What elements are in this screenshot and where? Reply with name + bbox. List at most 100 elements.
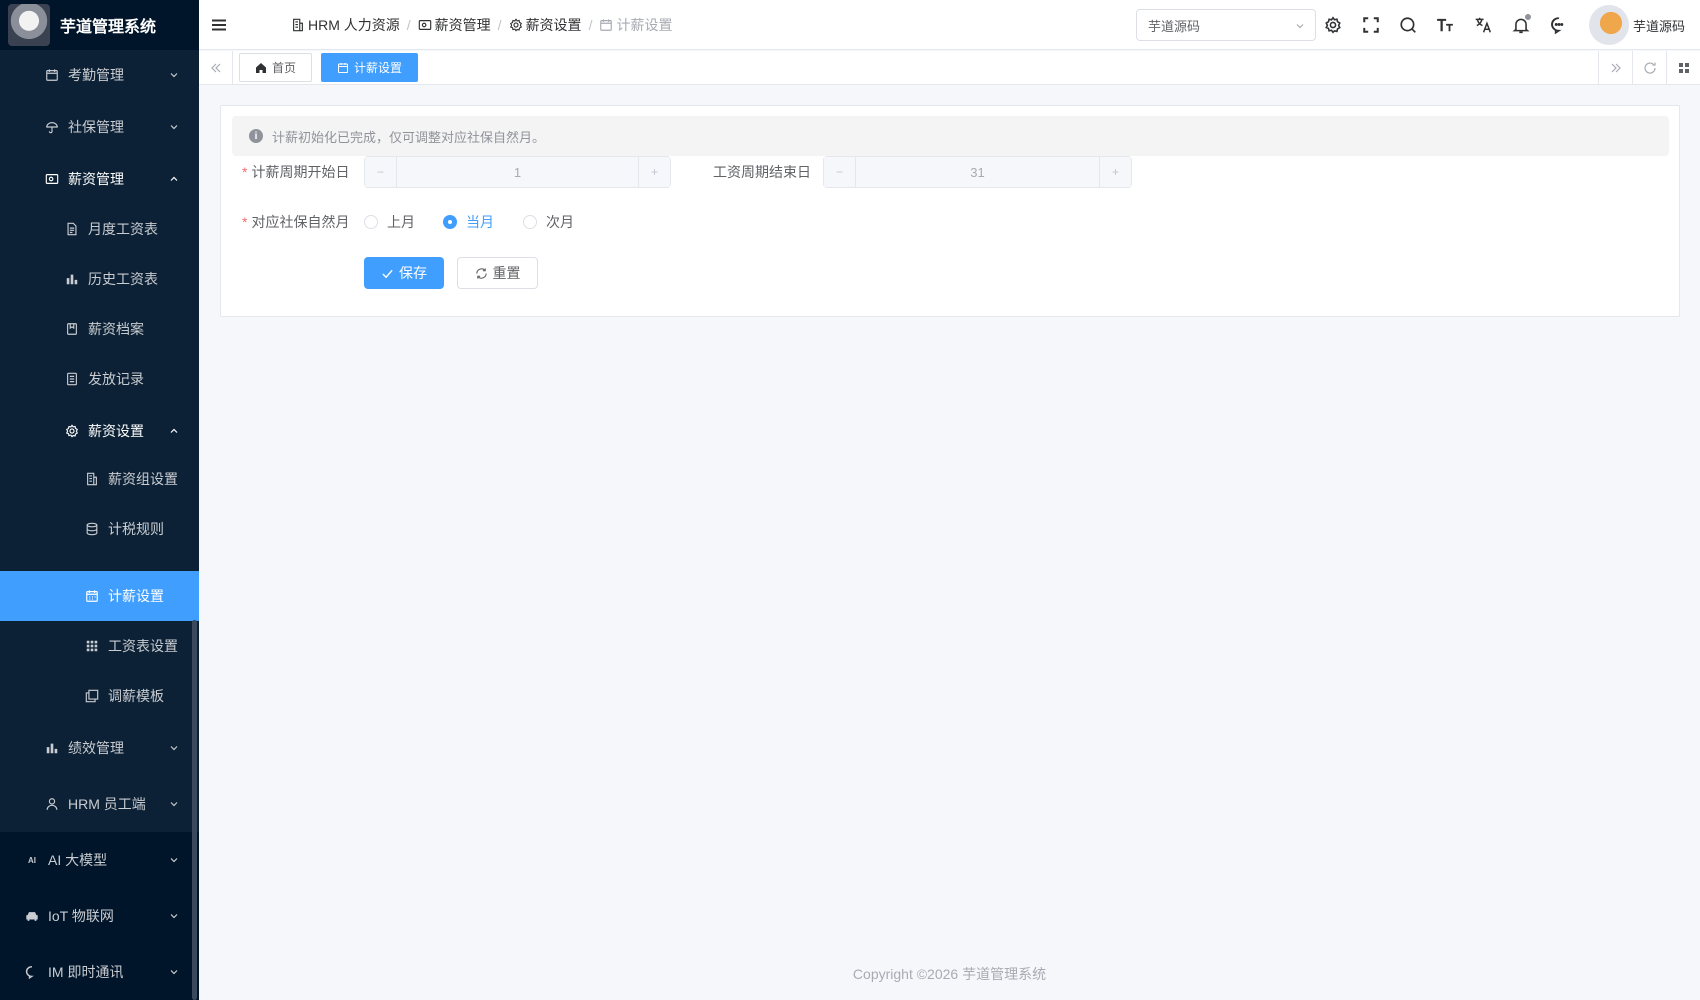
calendar-icon (84, 588, 100, 604)
home-icon (256, 62, 266, 73)
chat-icon (1551, 17, 1564, 34)
tag-payroll-settings[interactable]: 计薪设置 (321, 53, 419, 82)
breadcrumb-separator: / (497, 17, 502, 33)
end-day-value: 31 (970, 164, 985, 180)
sidebar-item-salary-settings[interactable]: 薪资设置 (0, 406, 199, 456)
sidebar-item-salary-adjust-template[interactable]: 调薪模板 (0, 671, 199, 721)
tenant-select[interactable]: 芋道源码 (1136, 9, 1316, 41)
calendar-icon (44, 67, 60, 83)
sidebar-item-salary-group[interactable]: 薪资组设置 (0, 454, 199, 504)
building-icon (84, 471, 100, 487)
sidebar-item-payroll-table-settings[interactable]: 工资表设置 (0, 621, 199, 671)
grid-icon (84, 638, 100, 654)
end-day-input[interactable]: − 31 + (823, 156, 1132, 188)
gear-icon (1325, 16, 1341, 34)
search-button[interactable] (1398, 15, 1418, 35)
sidebar-item-salary[interactable]: 薪资管理 (0, 154, 199, 204)
sidebar-item-attendance[interactable]: 考勤管理 (0, 50, 199, 100)
breadcrumb-item-hrm[interactable]: HRM 人力资源 (291, 15, 400, 35)
database-icon (84, 521, 100, 537)
chevron-up-icon (170, 428, 178, 433)
sidebar-item-tax-rules[interactable]: 计税规则 (0, 504, 199, 554)
chevron-down-icon (170, 970, 178, 975)
tag-home[interactable]: 首页 (239, 53, 313, 82)
reset-button[interactable]: 重置 (457, 257, 538, 289)
gear-icon (509, 18, 522, 32)
radio-last-month[interactable]: 上月 (364, 212, 415, 232)
chevron-down-icon (170, 125, 178, 130)
user-name[interactable]: 芋道源码 (1633, 16, 1685, 35)
ai-icon: AI (28, 855, 36, 865)
refresh-button[interactable] (1632, 51, 1666, 85)
fullscreen-icon (1363, 17, 1379, 33)
sidebar-item-hrm-employee[interactable]: HRM 员工端 (0, 779, 199, 829)
copy-icon (84, 688, 100, 704)
refresh-icon (475, 267, 487, 279)
sidebar-item-payroll-settings[interactable]: 计薪设置 (0, 571, 199, 621)
start-day-increment[interactable]: + (638, 157, 670, 187)
sidebar-item-label: 薪资管理 (68, 171, 124, 187)
refresh-icon (1643, 62, 1656, 74)
avatar[interactable] (1589, 5, 1629, 45)
sidebar-item-label: 计税规则 (108, 521, 164, 537)
info-alert: i 计薪初始化已完成，仅可调整对应社保自然月。 (232, 116, 1669, 156)
menu-toggle-icon[interactable] (211, 17, 227, 33)
end-day-increment[interactable]: + (1099, 157, 1131, 187)
breadcrumb-item-salary[interactable]: 薪资管理 (418, 15, 491, 35)
logo[interactable]: 芋道管理系统 (0, 0, 199, 50)
language-button[interactable] (1473, 15, 1493, 35)
end-day-decrement[interactable]: − (824, 157, 856, 187)
car-icon (24, 908, 40, 924)
bar-chart-icon (44, 740, 60, 756)
start-day-label: * 计薪周期开始日 (242, 164, 350, 180)
social-month-label: * 对应社保自然月 (242, 214, 350, 230)
tags-scroll-right-button[interactable] (1598, 51, 1632, 85)
bar-chart-icon (64, 271, 80, 287)
sidebar-item-ai[interactable]: AI AI 大模型 (0, 835, 199, 885)
sidebar-item-label: HRM 员工端 (68, 796, 146, 812)
tags-scroll-left-button[interactable] (199, 51, 233, 85)
sidebar-item-salary-archive[interactable]: 薪资档案 (0, 304, 199, 354)
chevron-down-icon (1296, 24, 1304, 29)
chevron-down-icon (170, 73, 178, 78)
sidebar-item-label: 薪资组设置 (108, 471, 178, 487)
chevron-down-icon (170, 746, 178, 751)
sidebar-item-payment-records[interactable]: 发放记录 (0, 354, 199, 404)
sidebar-item-im[interactable]: IM 即时通讯 (0, 947, 199, 997)
breadcrumb-separator: / (406, 17, 411, 33)
radio-dot (443, 215, 457, 229)
sidebar-item-history-payroll[interactable]: 历史工资表 (0, 254, 199, 304)
wallet-icon (418, 20, 431, 30)
info-alert-text: 计薪初始化已完成，仅可调整对应社保自然月。 (272, 129, 546, 145)
logo-image (8, 4, 50, 46)
translate-icon (1475, 17, 1491, 33)
settings-button[interactable] (1323, 15, 1343, 35)
tags-menu-button[interactable] (1666, 51, 1700, 85)
start-day-input[interactable]: − 1 + (364, 156, 671, 188)
chevron-up-icon (170, 176, 178, 181)
sidebar-item-label: 薪资设置 (88, 423, 144, 439)
sidebar-item-social-security[interactable]: 社保管理 (0, 102, 199, 152)
archive-icon (64, 321, 80, 337)
sidebar-item-performance[interactable]: 绩效管理 (0, 723, 199, 773)
breadcrumb-item-salary-settings[interactable]: 薪资设置 (509, 15, 582, 35)
start-day-decrement[interactable]: − (365, 157, 397, 187)
sidebar-item-monthly-payroll[interactable]: 月度工资表 (0, 204, 199, 254)
sidebar: 芋道管理系统 考勤管理 社保管理 薪资管理 月度工资表 历史工资表 薪资档案 发… (0, 0, 199, 1000)
font-size-button[interactable] (1435, 15, 1455, 35)
message-button[interactable] (1549, 15, 1569, 35)
radio-current-month[interactable]: 当月 (443, 212, 494, 232)
record-icon (64, 371, 80, 387)
sidebar-item-iot[interactable]: IoT 物联网 (0, 891, 199, 941)
sidebar-scrollbar[interactable] (192, 620, 197, 1000)
notification-button[interactable] (1511, 14, 1531, 35)
fullscreen-button[interactable] (1361, 15, 1381, 35)
chevron-down-icon (170, 914, 178, 919)
chevron-down-icon (170, 858, 178, 863)
sidebar-item-label: 考勤管理 (68, 67, 124, 83)
radio-dot (364, 215, 378, 229)
radio-next-month[interactable]: 次月 (523, 212, 574, 232)
radio-dot (523, 215, 537, 229)
document-icon (64, 221, 80, 237)
save-button[interactable]: 保存 (364, 257, 444, 289)
